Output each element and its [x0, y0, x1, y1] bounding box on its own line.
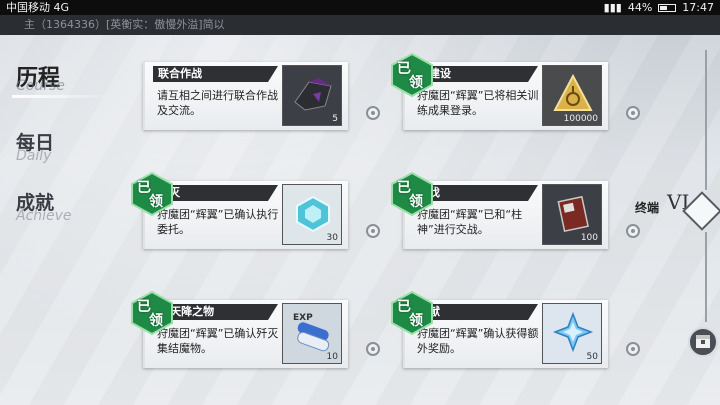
reward-slot[interactable]: 50 — [542, 303, 602, 364]
exp-capsule-icon: EXP — [293, 313, 330, 352]
reward-count: 10 — [326, 352, 338, 362]
background — [0, 35, 720, 405]
timeline-node — [626, 106, 640, 120]
notification-strip: 主（1364336）[英衡实：傲慢外溢]简以 — [0, 15, 720, 35]
nav-item-course[interactable]: 历程 Course — [16, 60, 65, 94]
task-description: 狩魔团“辉翼”确认获得额外奖励。 — [417, 327, 539, 355]
timeline-node — [366, 224, 380, 238]
timeline-node — [366, 106, 380, 120]
nav-item-achieve[interactable]: 成就 Achieve — [16, 188, 72, 224]
task-description: 狩魔团“辉翼”已将相关训练成果登录。 — [417, 89, 539, 117]
claimed-label: 领 — [409, 75, 423, 91]
status-bar: 中国移动 4G ▮▮▮ 44% 17:47 — [0, 0, 720, 15]
gold-triangle-emblem-icon — [553, 73, 593, 111]
claimed-badge: 已 领 — [128, 290, 176, 336]
claimed-label: 已 — [397, 61, 411, 77]
timeline-node — [366, 342, 380, 356]
battery-icon — [658, 3, 677, 12]
claimed-label: 领 — [409, 313, 423, 329]
claimed-badge: 已 领 — [388, 171, 436, 217]
battery-percent: 44% — [627, 1, 653, 14]
claimed-label: 已 — [397, 180, 411, 196]
task-description: 狩魔团“辉翼”已确认执行委托。 — [157, 208, 279, 236]
signal-icon: ▮▮▮ — [603, 1, 622, 14]
reward-count: 100000 — [563, 114, 598, 124]
timeline-line — [705, 232, 707, 322]
nav-sublabel: Daily — [16, 148, 52, 164]
chest-icon — [696, 335, 710, 348]
claimed-label: 领 — [409, 194, 423, 210]
nav-sublabel: Course — [16, 78, 65, 94]
clock: 17:47 — [682, 1, 714, 14]
task-card[interactable]: 联合作战 请互相之间进行联合作战及交流。 5 — [143, 62, 348, 130]
reward-slot[interactable]: 30 — [282, 184, 342, 245]
dark-crystal-shard-icon — [294, 78, 332, 111]
reward-count: 5 — [332, 114, 338, 124]
reward-slot[interactable]: 100000 — [542, 65, 602, 126]
claimed-label: 已 — [397, 299, 411, 315]
reward-count: 50 — [586, 352, 598, 362]
blue-star-crystal-icon — [552, 311, 594, 353]
claimed-label: 已 — [137, 180, 151, 196]
timeline-line — [705, 50, 707, 190]
claimed-label: 领 — [149, 313, 163, 329]
red-box-icon — [557, 195, 589, 233]
tier-label: 终端 — [635, 201, 660, 215]
reward-count: 100 — [580, 233, 598, 243]
claimed-badge: 已 领 — [388, 52, 436, 98]
task-description: 狩魔团“辉翼”已确认歼灭集结魔物。 — [157, 327, 279, 355]
task-title: 联合作战 — [153, 66, 278, 82]
claimed-label: 已 — [137, 299, 151, 315]
claimed-badge: 已 领 — [388, 290, 436, 336]
svg-text:EXP: EXP — [293, 313, 313, 323]
nav-active-indicator — [12, 95, 112, 98]
timeline-node — [626, 342, 640, 356]
reward-slot[interactable]: 5 — [282, 65, 342, 126]
claimed-badge: 已 领 — [128, 171, 176, 217]
nav-item-daily[interactable]: 每日 Daily — [16, 128, 54, 164]
task-description: 请互相之间进行联合作战及交流。 — [157, 89, 278, 117]
claimed-label: 领 — [149, 194, 163, 210]
reward-slot[interactable]: EXP 10 — [282, 303, 342, 364]
nav-sublabel: Achieve — [16, 208, 72, 224]
reward-count: 30 — [326, 233, 338, 243]
task-description: 狩魔团“辉翼”已和“柱神”进行交战。 — [417, 208, 523, 236]
timeline-node — [626, 224, 640, 238]
cyan-crystal-icon — [296, 195, 330, 233]
carrier-label: 中国移动 4G — [6, 1, 70, 14]
chest-button[interactable] — [688, 327, 718, 357]
reward-slot[interactable]: 100 — [542, 184, 602, 245]
